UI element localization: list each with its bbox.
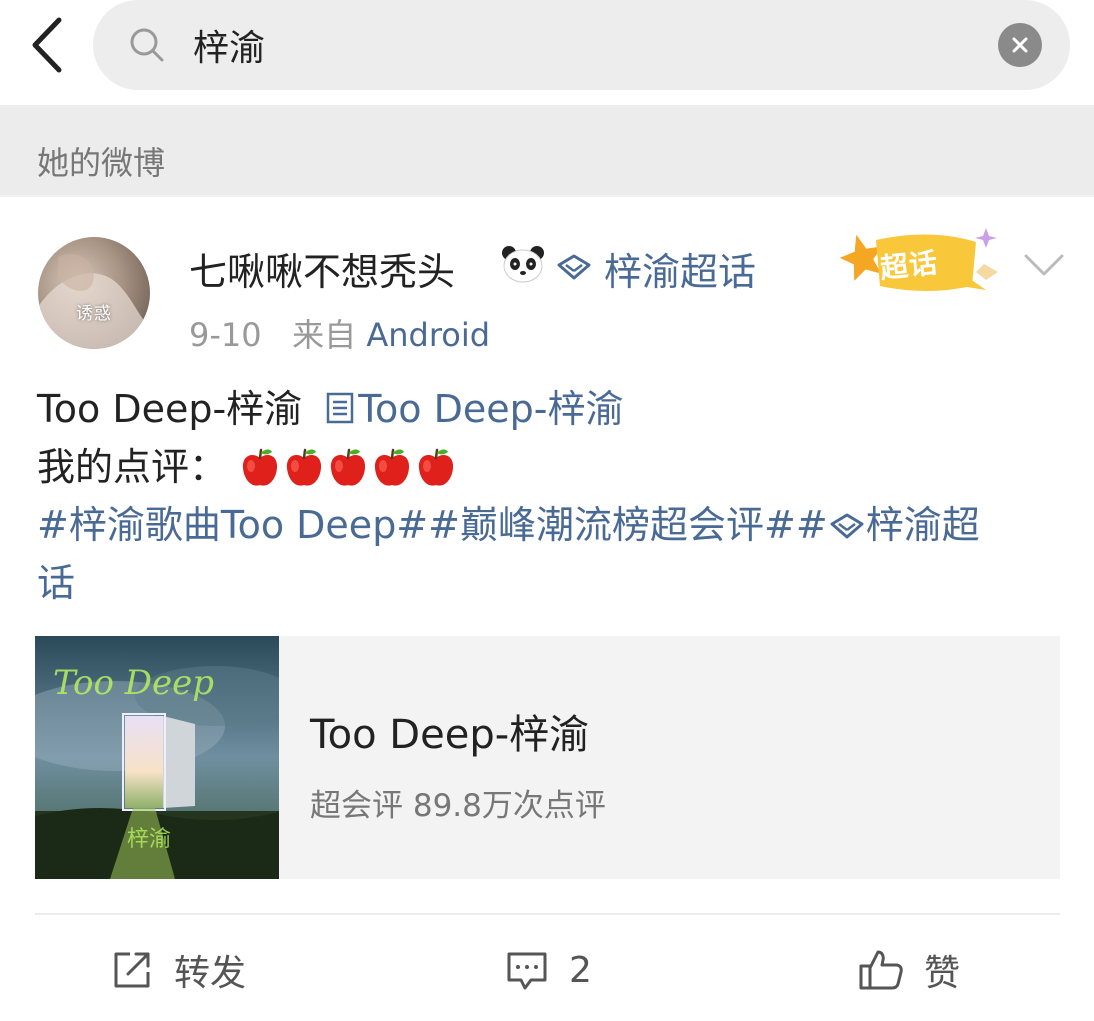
hashtags: #梓渝歌曲Too Deep##巅峰潮流榜超会评## 梓渝超话 [37,496,1067,612]
super-topic-icon [830,513,864,539]
apple-icon [287,448,322,486]
hashtag-song[interactable]: #梓渝歌曲Too Deep# [37,503,428,547]
user-name[interactable]: 七啾啾不想秃头 [189,241,455,296]
album-cover: Too Deep 梓渝 [35,636,279,879]
apple-icon [375,448,410,486]
apple-rating [239,445,459,489]
song-link-text: Too Deep-梓渝 [358,387,624,431]
search-input[interactable] [193,18,973,72]
avatar-caption: 诱惑 [76,304,112,324]
like-label: 赞 [924,953,961,994]
comment-count: 2 [569,949,592,991]
apple-icon [243,448,278,486]
clear-search-button[interactable] [998,23,1042,67]
forward-button[interactable]: 转发 [110,940,246,1000]
search-box[interactable] [93,0,1070,90]
top-bar [0,0,1094,105]
chevron-down-icon[interactable] [1020,248,1068,282]
thumbs-up-icon [859,950,903,990]
comment-icon [507,952,547,990]
song-subtitle: 超会评 89.8万次点评 [310,788,606,824]
apple-icon [419,448,454,486]
hashtag-topic-part2: 话 [37,561,76,605]
cover-title: Too Deep [53,663,214,703]
document-icon [327,392,354,424]
super-topic-icon [557,254,591,280]
apple-icon [331,448,366,486]
song-line: Too Deep-梓渝 Too Deep-梓渝 [37,380,1067,438]
music-card[interactable]: Too Deep 梓渝 Too Deep-梓渝 超会评 89.8万次点评 [35,636,1060,879]
forward-icon [114,952,150,988]
like-button[interactable]: 赞 [858,940,960,1000]
close-icon [1012,37,1028,53]
song-title: Too Deep-梓渝 [310,712,590,758]
hashtag-chart[interactable]: #巅峰潮流榜超会评# [428,503,796,547]
song-link[interactable]: Too Deep-梓渝 [314,387,623,431]
hashtag-prefix: # [795,503,828,547]
post-source: Android [366,316,491,354]
post-meta: 9-10 来自 Android [189,310,490,356]
post-from-label: 来自 [292,316,357,354]
search-icon [130,28,164,62]
divider [35,913,1060,915]
song-line-text: Too Deep-梓渝 [37,387,303,431]
section-title: 她的微博 [37,144,166,182]
chevron-left-icon [32,17,62,73]
post-date: 9-10 [189,316,262,354]
avatar-image [38,253,150,349]
forward-label: 转发 [174,953,247,994]
post-body: Too Deep-梓渝 Too Deep-梓渝 我的点评： #梓渝歌曲Too D… [37,380,1067,612]
comment-button[interactable]: 2 [505,940,592,1000]
back-button[interactable] [22,14,72,76]
avatar[interactable]: 诱惑 [38,237,150,349]
badge-text: 超话 [878,246,940,285]
panda-emoji-icon [502,246,544,283]
cover-artist: 梓渝 [127,827,171,852]
super-topic-link[interactable]: 梓渝超话 [604,241,756,296]
hashtag-topic-part1: 梓渝超 [865,503,980,547]
review-label: 我的点评： [37,445,228,489]
review-line: 我的点评： [37,438,1067,496]
